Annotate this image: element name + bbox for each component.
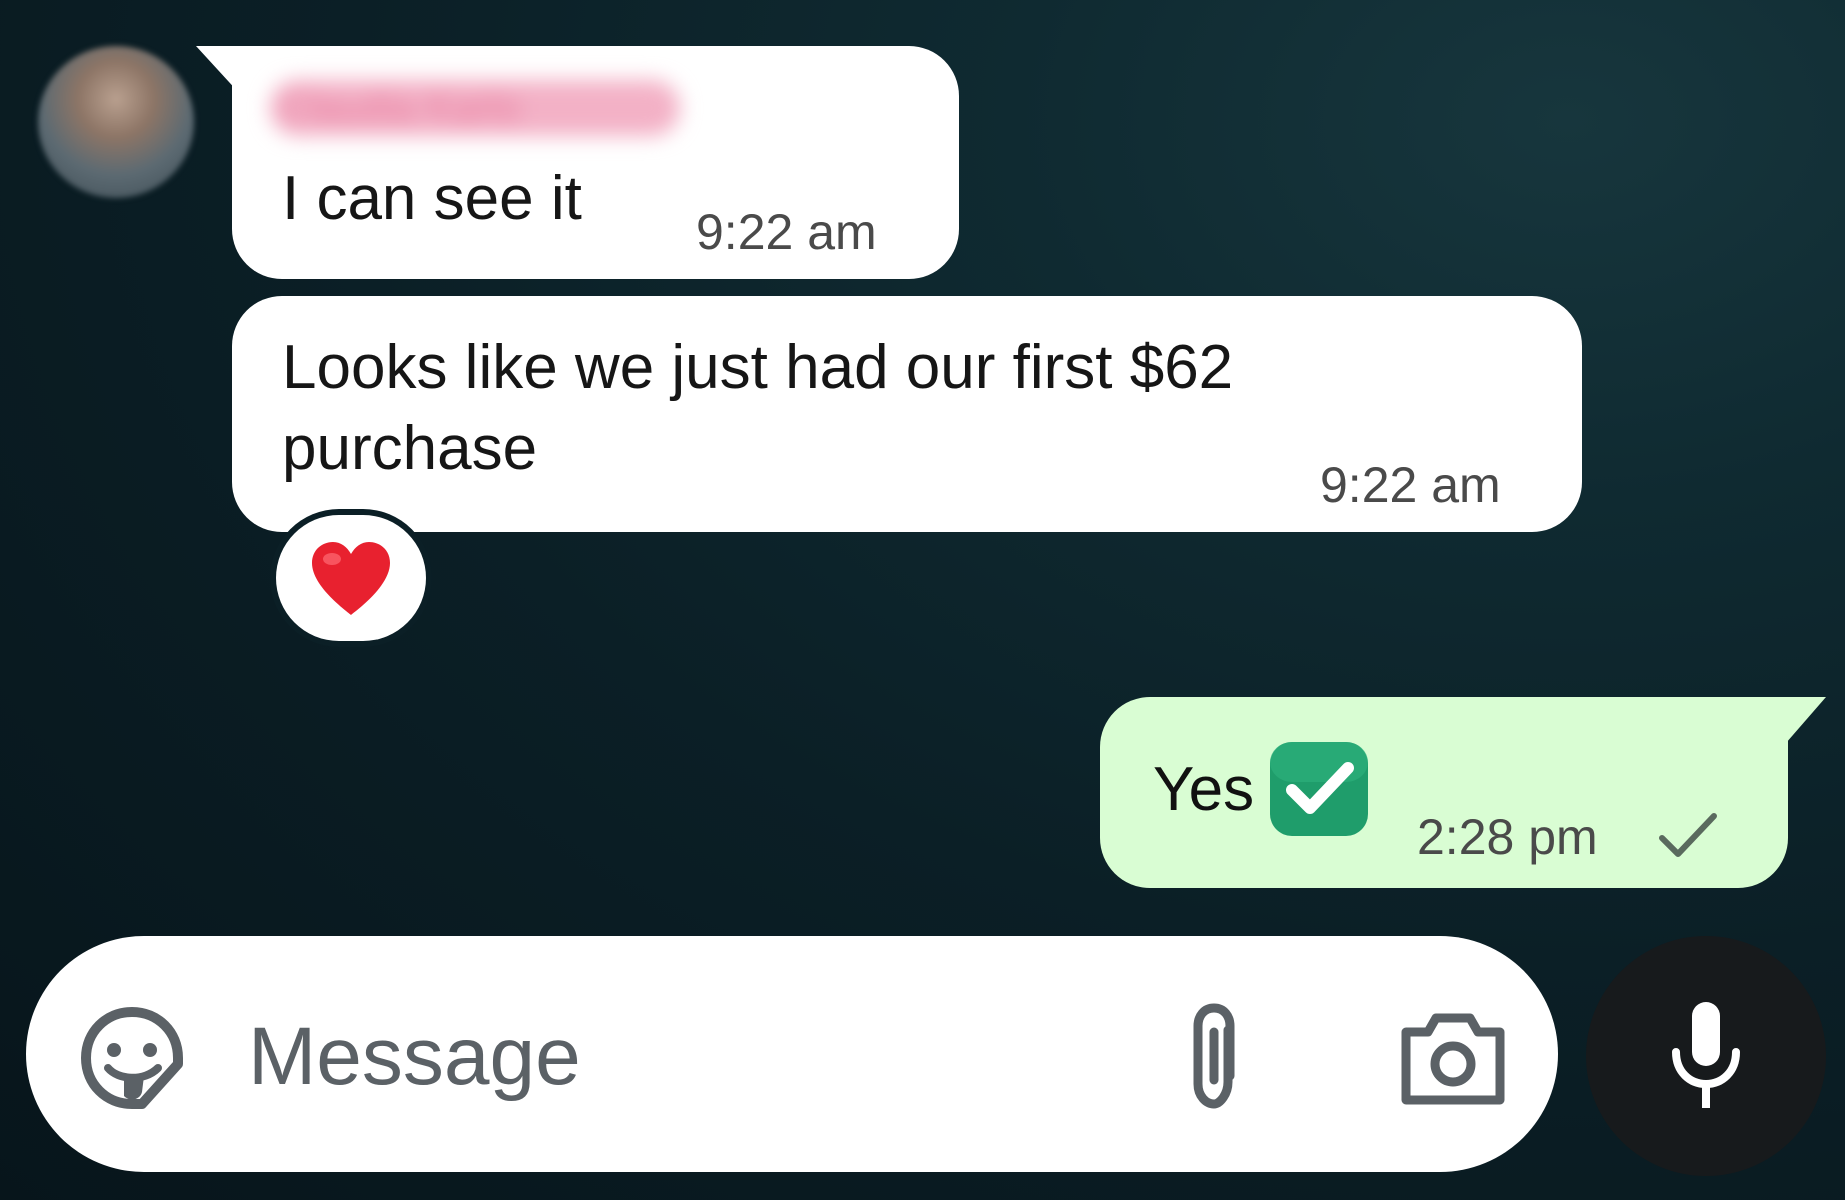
check-mark-emoji-icon xyxy=(1270,742,1368,836)
paperclip-icon[interactable] xyxy=(1178,1000,1250,1112)
message-time: 2:28 pm xyxy=(1417,809,1598,865)
message-text-line1: Looks like we just had our first $62 xyxy=(282,333,1234,402)
message-text: I can see it xyxy=(282,164,582,233)
sticker-icon[interactable] xyxy=(78,1004,186,1112)
sent-check-icon xyxy=(1659,813,1717,857)
mic-icon xyxy=(1672,1002,1740,1108)
message-input[interactable]: Message xyxy=(248,1010,581,1104)
reaction-badge[interactable] xyxy=(276,515,426,641)
bubble-tail xyxy=(1786,697,1826,743)
message-text: Yes xyxy=(1153,755,1255,824)
message-time: 9:22 am xyxy=(696,204,877,260)
heart-icon xyxy=(312,542,390,615)
message-text-line2: purchase xyxy=(282,414,538,483)
message-time: 9:22 am xyxy=(1320,457,1501,513)
sender-name: Claudia Karlo xyxy=(270,80,680,136)
mic-button[interactable] xyxy=(1586,936,1826,1176)
camera-icon[interactable] xyxy=(1398,1010,1508,1106)
avatar[interactable] xyxy=(38,46,194,198)
